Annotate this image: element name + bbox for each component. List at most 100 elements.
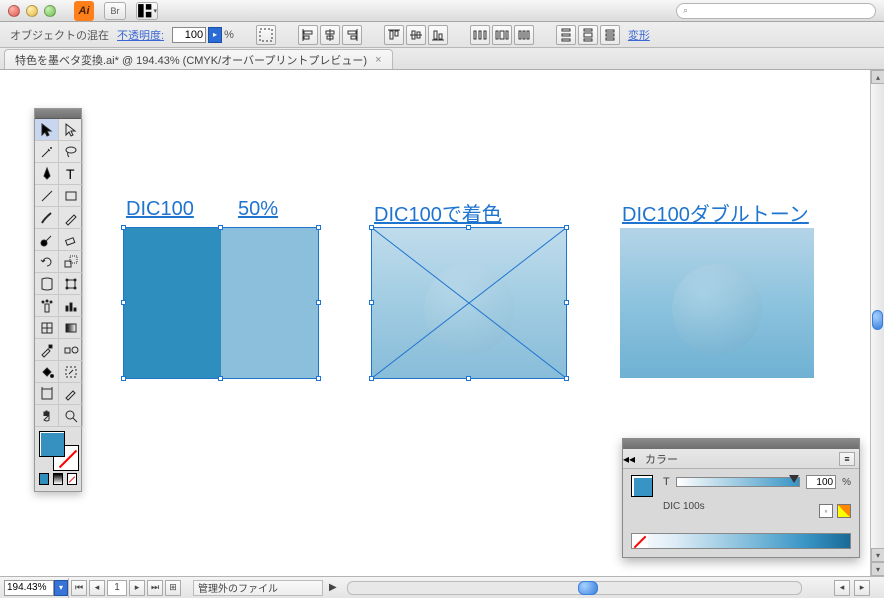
color-mode-color[interactable]	[39, 473, 49, 485]
scroll-up-button[interactable]: ▴	[871, 70, 884, 84]
transform-link[interactable]: 変形	[628, 27, 650, 43]
search-field[interactable]: ⌕	[676, 3, 876, 19]
rectangle-tool[interactable]	[59, 185, 83, 207]
horizontal-scroll-thumb[interactable]	[578, 581, 598, 595]
prev-artboard-button[interactable]: ◂	[89, 580, 105, 596]
art-label-2[interactable]: 50%	[238, 198, 278, 221]
align-hcenter-button[interactable]	[320, 25, 340, 45]
hscroll-right-button[interactable]: ▸	[854, 580, 870, 596]
distribute-v1-button[interactable]	[556, 25, 576, 45]
last-artboard-button[interactable]: ⏭	[147, 580, 163, 596]
art-label-3[interactable]: DIC100で着色	[374, 198, 502, 227]
opacity-dropdown-button[interactable]: ▸	[208, 27, 222, 43]
magic-wand-tool[interactable]	[35, 141, 59, 163]
hand-icon	[39, 408, 55, 424]
tint-input[interactable]	[806, 475, 836, 489]
status-text[interactable]: 管理外のファイル	[193, 580, 323, 596]
panel-grip[interactable]	[623, 439, 859, 449]
opacity-input[interactable]	[172, 27, 206, 43]
distribute-h3-button[interactable]	[514, 25, 534, 45]
color-panel[interactable]: ◂◂ カラー ≡ T % DIC 100s ◦	[622, 438, 860, 558]
fill-swatch[interactable]	[39, 431, 65, 457]
art-label-4[interactable]: DIC100ダブルトーン	[622, 198, 809, 227]
out-of-gamut-icon[interactable]	[837, 504, 851, 518]
arrange-documents-button[interactable]: ▾	[136, 2, 158, 20]
graph-tool[interactable]	[59, 295, 83, 317]
blend-tool[interactable]	[59, 339, 83, 361]
symbol-sprayer-tool[interactable]	[35, 295, 59, 317]
distribute-v2-button[interactable]	[578, 25, 598, 45]
panel-menu-button[interactable]: ≡	[839, 452, 855, 466]
hand-tool[interactable]	[35, 405, 59, 427]
panel-color-swatch[interactable]	[631, 475, 653, 497]
vertical-scrollbar[interactable]: ▴ ▾ ▾	[870, 70, 884, 576]
align-vcenter-button[interactable]	[406, 25, 426, 45]
artboard-nav-extra[interactable]: ⊞	[165, 580, 181, 596]
lasso-tool[interactable]	[59, 141, 83, 163]
color-mode-none[interactable]	[67, 473, 77, 485]
paintbrush-tool[interactable]	[35, 207, 59, 229]
document-tab-close-button[interactable]: ×	[375, 54, 381, 66]
direct-selection-tool[interactable]	[59, 119, 83, 141]
status-arrow-icon[interactable]: ▶	[329, 582, 337, 593]
tint-slider[interactable]	[676, 477, 800, 487]
brush-icon	[39, 210, 55, 226]
mesh-tool[interactable]	[35, 317, 59, 339]
panel-collapse-icon[interactable]: ◂◂	[623, 452, 635, 466]
artboard-tool[interactable]	[35, 383, 59, 405]
rect-dic100-duotone[interactable]	[620, 228, 814, 378]
color-mode-gradient[interactable]	[53, 473, 63, 485]
align-right-button[interactable]	[342, 25, 362, 45]
live-paint-select-tool[interactable]	[59, 361, 83, 383]
align-top-button[interactable]	[384, 25, 404, 45]
panel-tab-color[interactable]: カラー	[635, 449, 688, 469]
rect-dic100[interactable]	[124, 228, 318, 378]
panel-grip[interactable]	[35, 109, 81, 119]
blob-brush-tool[interactable]	[35, 229, 59, 251]
distribute-h1-button[interactable]	[470, 25, 490, 45]
align-left-button[interactable]	[298, 25, 318, 45]
artboard-number[interactable]: 1	[107, 580, 127, 596]
align-bottom-button[interactable]	[428, 25, 448, 45]
eyedropper-tool[interactable]	[35, 339, 59, 361]
fill-stroke-control[interactable]	[35, 427, 81, 469]
zoom-tool[interactable]	[59, 405, 83, 427]
document-tab[interactable]: 特色を墨ベタ変換.ai* @ 194.43% (CMYK/オーバープリントプレビ…	[4, 49, 393, 69]
pen-tool[interactable]	[35, 163, 59, 185]
horizontal-scrollbar[interactable]	[347, 581, 802, 595]
zoom-input[interactable]	[4, 580, 54, 596]
art-label-1[interactable]: DIC100	[126, 198, 194, 221]
slice-tool[interactable]	[59, 383, 83, 405]
close-window-button[interactable]	[8, 5, 20, 17]
free-transform-tool[interactable]	[59, 273, 83, 295]
selection-tool[interactable]	[35, 119, 59, 141]
window-titlebar: Ai Br ▾ ⌕	[0, 0, 884, 22]
mask-button[interactable]	[256, 25, 276, 45]
rect-dic100-colorize[interactable]	[372, 228, 566, 378]
minimize-window-button[interactable]	[26, 5, 38, 17]
none-swatch[interactable]	[632, 534, 648, 548]
line-tool[interactable]	[35, 185, 59, 207]
gradient-tool[interactable]	[59, 317, 83, 339]
hscroll-left-button[interactable]: ◂	[834, 580, 850, 596]
pencil-tool[interactable]	[59, 207, 83, 229]
next-artboard-button[interactable]: ▸	[129, 580, 145, 596]
distribute-v3-button[interactable]	[600, 25, 620, 45]
zoom-window-button[interactable]	[44, 5, 56, 17]
opacity-label[interactable]: 不透明度:	[117, 27, 164, 43]
bridge-button[interactable]: Br	[104, 2, 126, 20]
tools-panel[interactable]: T	[34, 108, 82, 492]
scroll-down-button2[interactable]: ▾	[871, 562, 884, 576]
live-paint-tool[interactable]	[35, 361, 59, 383]
zoom-dropdown-button[interactable]: ▾	[54, 580, 68, 596]
warp-tool[interactable]	[35, 273, 59, 295]
first-artboard-button[interactable]: ⏮	[71, 580, 87, 596]
scale-tool[interactable]	[59, 251, 83, 273]
eraser-tool[interactable]	[59, 229, 83, 251]
distribute-h2-button[interactable]	[492, 25, 512, 45]
rotate-tool[interactable]	[35, 251, 59, 273]
scroll-down-button[interactable]: ▾	[871, 548, 884, 562]
tint-ramp[interactable]	[631, 533, 851, 549]
type-tool[interactable]: T	[59, 163, 83, 185]
vertical-scroll-thumb[interactable]	[872, 310, 883, 330]
